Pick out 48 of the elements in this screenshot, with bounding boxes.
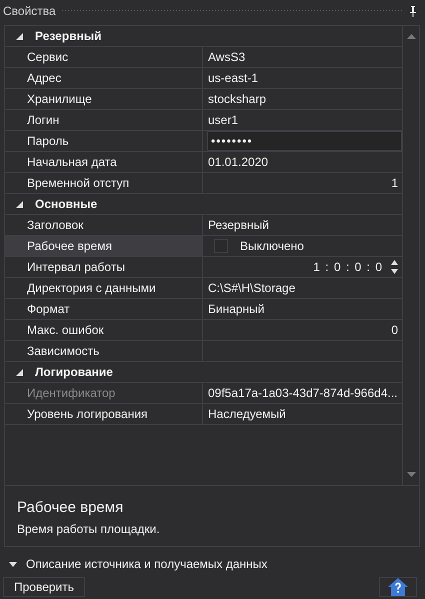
collapse-icon[interactable] [16, 200, 23, 208]
property-name[interactable]: Директория с данными [5, 278, 203, 298]
check-button[interactable]: Проверить [3, 577, 86, 597]
collapse-icon[interactable] [16, 368, 23, 376]
property-name[interactable]: Начальная дата [5, 152, 203, 172]
password-field[interactable]: •••••••• [207, 131, 402, 151]
property-value[interactable]: Наследуемый [207, 407, 286, 421]
scroll-down-icon[interactable] [406, 472, 416, 477]
property-name[interactable]: Сервис [5, 47, 203, 67]
expand-icon[interactable] [9, 562, 17, 566]
property-name[interactable]: Пароль [5, 131, 203, 151]
property-value[interactable]: Резервный [207, 218, 269, 232]
description-text: Время работы площадки. [17, 522, 161, 536]
property-value[interactable]: C:\S#\H\Storage [207, 281, 296, 295]
property-value[interactable]: AwsS3 [207, 50, 246, 64]
property-name[interactable]: Интервал работы [5, 257, 203, 277]
property-value[interactable]: us-east-1 [207, 71, 258, 85]
help-button[interactable] [379, 577, 417, 597]
property-name[interactable]: Макс. ошибок [5, 320, 203, 340]
checkbox-label: Выключено [240, 239, 304, 253]
description-title: Рабочее время [17, 499, 124, 516]
property-name[interactable]: Формат [5, 299, 203, 319]
property-value[interactable]: 01.01.2020 [207, 155, 268, 169]
category-header[interactable]: Основные [35, 197, 98, 211]
property-name[interactable]: Хранилище [5, 89, 203, 109]
property-value[interactable]: user1 [207, 113, 238, 127]
property-name[interactable]: Временной отступ [5, 173, 203, 193]
property-value[interactable]: 0 [391, 323, 398, 337]
pin-icon[interactable] [409, 6, 417, 16]
category-header[interactable]: Логирование [35, 365, 113, 379]
checkbox[interactable] [214, 239, 228, 253]
expander-header[interactable]: Описание источника и получаемых данных [26, 557, 268, 571]
property-name[interactable]: Логин [5, 110, 203, 130]
spinner-arrows-icon[interactable] [391, 259, 398, 275]
property-value[interactable]: 1 : 0 : 0 : 0 [313, 260, 383, 274]
property-name[interactable]: Уровень логирования [5, 404, 203, 424]
scroll-up-icon[interactable] [406, 34, 416, 39]
collapse-icon[interactable] [16, 32, 23, 40]
category-header[interactable]: Резервный [35, 29, 102, 43]
help-house-icon [388, 578, 408, 596]
property-name[interactable]: Рабочее время [5, 236, 203, 256]
property-name[interactable]: Адрес [5, 68, 203, 88]
property-value[interactable]: 1 [391, 176, 398, 190]
property-value[interactable]: stocksharp [207, 92, 266, 106]
property-name[interactable]: Зависимость [5, 341, 203, 361]
panel-title: Свойства [3, 4, 56, 18]
property-name[interactable]: Заголовок [5, 215, 203, 235]
property-value[interactable]: Бинарный [207, 302, 265, 316]
